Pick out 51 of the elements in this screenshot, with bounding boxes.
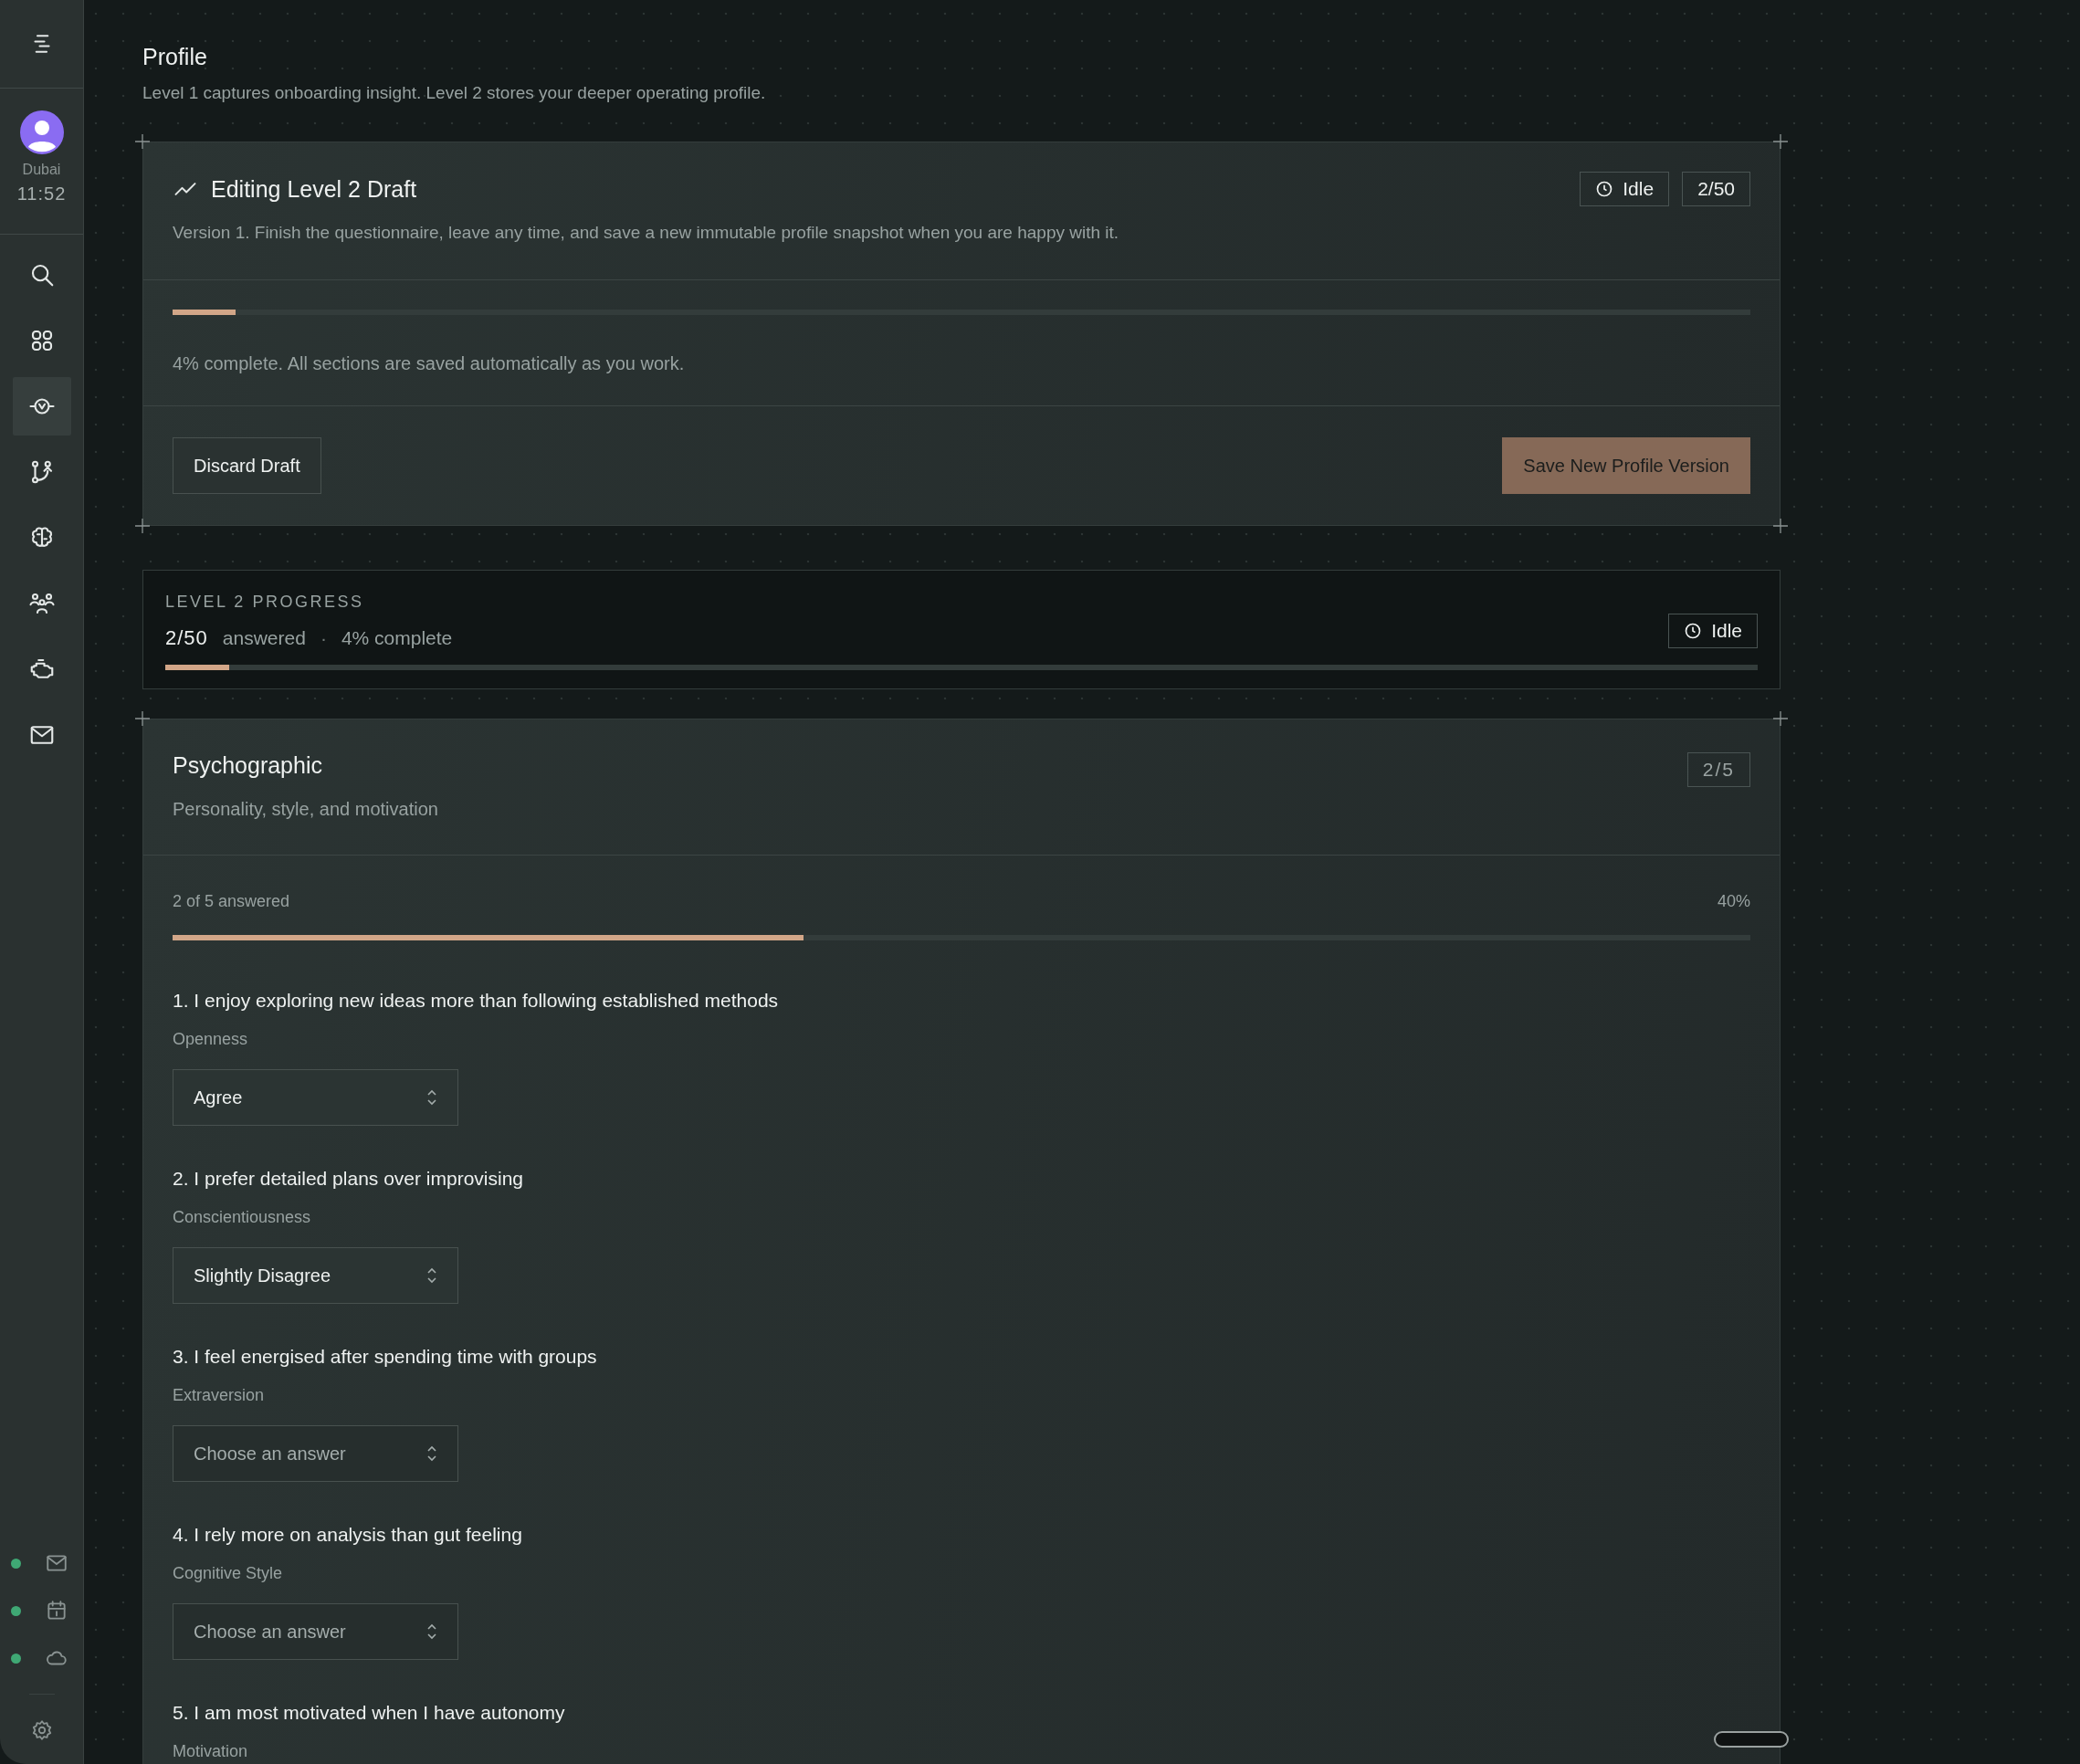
question-text: 1. I enjoy exploring new ideas more than following established methods: [173, 990, 780, 1012]
trait-label: Conscientiousness: [173, 1208, 312, 1227]
status-badge: Idle: [1580, 172, 1670, 206]
section-title: Psychographic: [173, 752, 323, 779]
corner-mark-icon: [1773, 711, 1788, 726]
corner-mark-icon: [1773, 134, 1788, 149]
answered-text: 2 of 5 answered: [173, 892, 290, 911]
scroll-indicator[interactable]: [1714, 1731, 1789, 1748]
progress-heading: LEVEL 2 PROGRESS: [165, 593, 365, 612]
corner-mark-icon: [1773, 519, 1788, 533]
progress-text: 4% complete. All sections are saved automatically as you work.: [173, 353, 686, 374]
answer-select[interactable]: Slightly Disagree: [173, 1247, 458, 1304]
complete-label: 4% complete: [341, 627, 453, 649]
page-title: Profile: [142, 44, 208, 70]
trait-label: Motivation: [173, 1742, 249, 1761]
count-badge: 2/50: [1682, 172, 1750, 206]
avatar-icon[interactable]: [19, 110, 64, 154]
trait-label: Extraversion: [173, 1386, 266, 1405]
location-label: Dubai: [22, 162, 61, 178]
clock-icon: [1684, 621, 1703, 640]
card-title: Editing Level 2 Draft: [211, 175, 417, 203]
nav-button[interactable]: [12, 377, 71, 436]
clock-time: 11:52: [16, 184, 67, 205]
question-text: 4. I rely more on analysis than gut feeling: [173, 1524, 523, 1546]
chevron-icon: [426, 1088, 437, 1107]
answer-select[interactable]: Choose an answer: [173, 1603, 458, 1660]
question-text: 3. I feel energised after spending time with groups: [173, 1346, 598, 1368]
question-text: 2. I prefer detailed plans over improvising: [173, 1168, 525, 1190]
answer-select[interactable]: Agree: [173, 1069, 458, 1126]
chevron-icon: [426, 1266, 437, 1285]
trait-label: Openness: [173, 1030, 249, 1049]
answered-count: 2/50: [165, 626, 208, 650]
chevron-icon: [426, 1444, 437, 1463]
percent-label: 40%: [1717, 892, 1750, 911]
separator: ·: [320, 627, 327, 649]
corner-mark-icon: [135, 519, 150, 533]
answered-label: answered: [222, 627, 306, 649]
section-subtitle: Personality, style, and motivation: [173, 799, 438, 820]
chevron-icon: [426, 1622, 437, 1641]
discard-button[interactable]: Discard Draft: [173, 437, 321, 494]
status-badge: Idle: [1668, 613, 1758, 648]
calendar-icon[interactable]: [45, 1599, 68, 1622]
count-badge: 2/5: [1686, 752, 1750, 787]
card-description: Version 1. Finish the questionnaire, leave any time, and save a new immutable profile snapshot when you are happy with it.: [173, 223, 1120, 243]
trait-label: Cognitive Style: [173, 1564, 284, 1583]
page-subtitle: Level 1 captures onboarding insight. Level 2 stores your deeper operating profile.: [142, 83, 767, 103]
corner-mark-icon: [135, 711, 150, 726]
question-text: 5. I am most motivated when I have autonomy: [173, 1702, 566, 1724]
corner-mark-icon: [135, 134, 150, 149]
clock-icon: [1595, 180, 1614, 198]
answer-select[interactable]: Choose an answer: [173, 1425, 458, 1482]
